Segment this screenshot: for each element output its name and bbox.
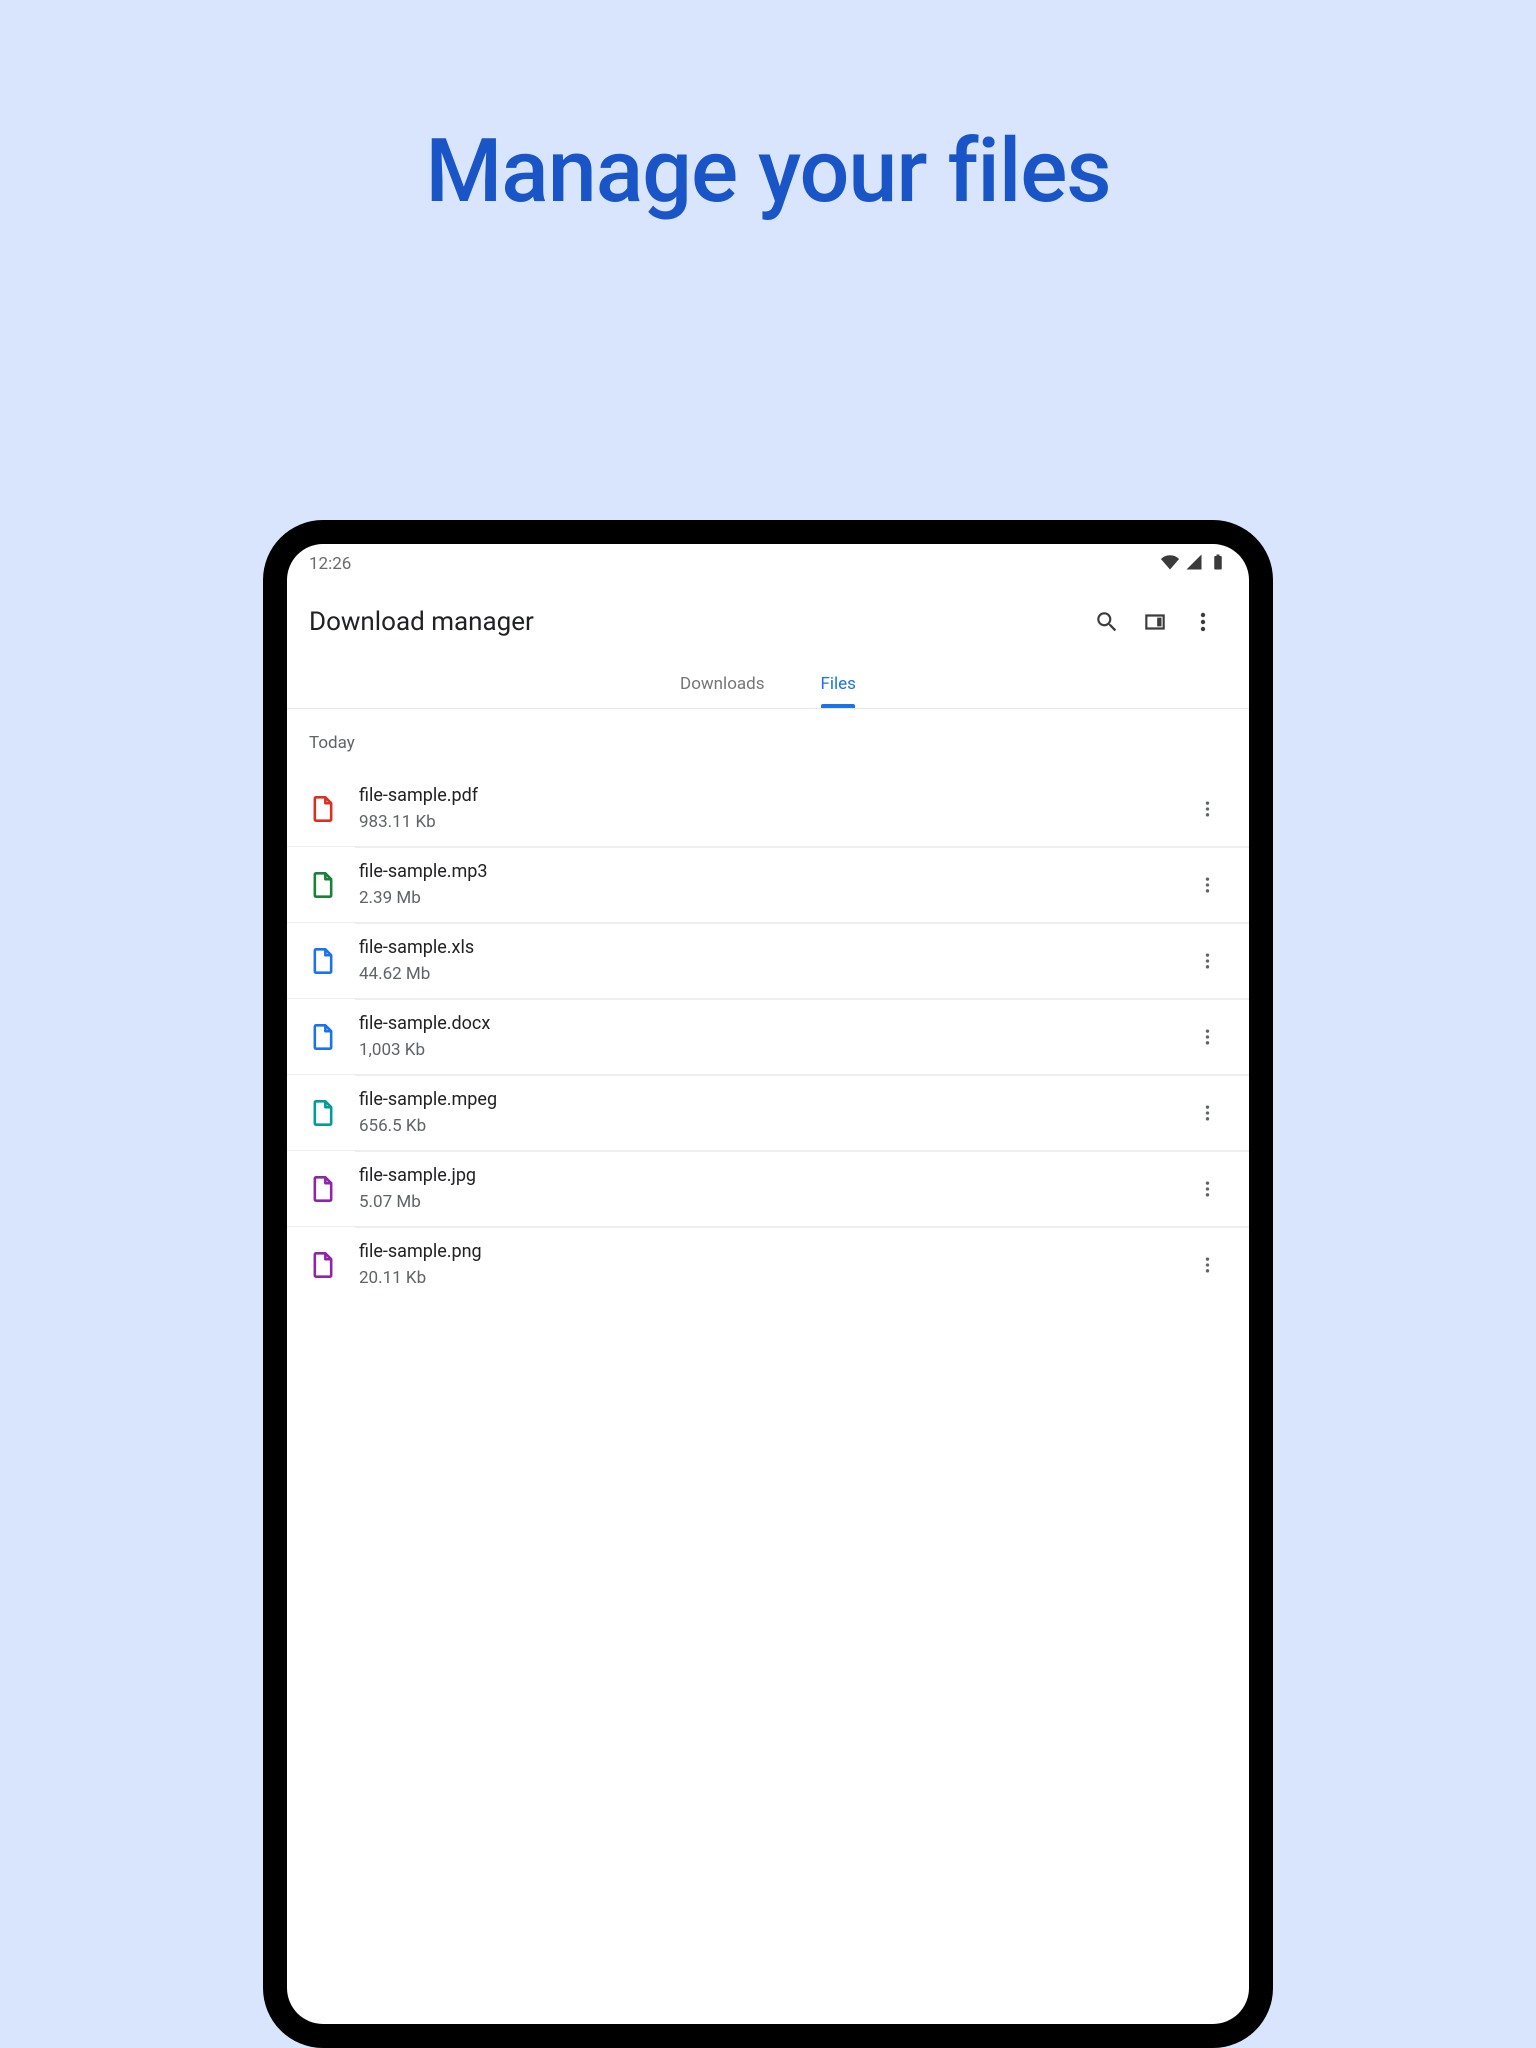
file-row[interactable]: file-sample.xls 44.62 Mb xyxy=(287,922,1249,998)
file-row[interactable]: file-sample.mpeg 656.5 Kb xyxy=(287,1074,1249,1150)
file-name: file-sample.png xyxy=(359,1241,1165,1262)
file-name: file-sample.mpeg xyxy=(359,1089,1165,1110)
view-button[interactable] xyxy=(1131,598,1179,646)
status-bar: 12:26 xyxy=(287,544,1249,584)
file-size: 2.39 Mb xyxy=(359,888,1165,908)
file-more-button[interactable] xyxy=(1187,1169,1227,1209)
battery-icon xyxy=(1209,553,1227,576)
file-info: file-sample.docx 1,003 Kb xyxy=(359,1013,1165,1060)
search-button[interactable] xyxy=(1083,598,1131,646)
file-more-button[interactable] xyxy=(1187,865,1227,905)
search-icon xyxy=(1094,609,1120,635)
file-name: file-sample.xls xyxy=(359,937,1165,958)
file-name: file-sample.mp3 xyxy=(359,861,1165,882)
status-icons xyxy=(1161,553,1227,576)
file-icon xyxy=(309,795,337,823)
file-info: file-sample.mpeg 656.5 Kb xyxy=(359,1089,1165,1136)
file-size: 44.62 Mb xyxy=(359,964,1165,984)
file-more-button[interactable] xyxy=(1187,789,1227,829)
file-more-button[interactable] xyxy=(1187,941,1227,981)
file-name: file-sample.pdf xyxy=(359,785,1165,806)
file-info: file-sample.png 20.11 Kb xyxy=(359,1241,1165,1288)
file-row[interactable]: file-sample.pdf 983.11 Kb xyxy=(287,771,1249,846)
file-icon xyxy=(309,1175,337,1203)
file-list: file-sample.pdf 983.11 Kb file-sample.mp… xyxy=(287,771,1249,1302)
file-info: file-sample.pdf 983.11 Kb xyxy=(359,785,1165,832)
app-title: Download manager xyxy=(309,607,1083,637)
file-row[interactable]: file-sample.docx 1,003 Kb xyxy=(287,998,1249,1074)
more-vertical-icon xyxy=(1200,609,1206,635)
file-size: 656.5 Kb xyxy=(359,1116,1165,1136)
section-header-today: Today xyxy=(287,709,1249,771)
file-icon xyxy=(309,947,337,975)
file-size: 983.11 Kb xyxy=(359,812,1165,832)
file-name: file-sample.docx xyxy=(359,1013,1165,1034)
app-bar: Download manager xyxy=(287,584,1249,664)
file-icon xyxy=(309,871,337,899)
file-size: 5.07 Mb xyxy=(359,1192,1165,1212)
tab-bar: Downloads Files xyxy=(287,664,1249,709)
file-icon xyxy=(309,1023,337,1051)
file-info: file-sample.jpg 5.07 Mb xyxy=(359,1165,1165,1212)
file-more-button[interactable] xyxy=(1187,1093,1227,1133)
file-row[interactable]: file-sample.jpg 5.07 Mb xyxy=(287,1150,1249,1226)
tab-files[interactable]: Files xyxy=(817,664,860,708)
view-icon xyxy=(1142,609,1168,635)
file-size: 1,003 Kb xyxy=(359,1040,1165,1060)
file-info: file-sample.xls 44.62 Mb xyxy=(359,937,1165,984)
status-time: 12:26 xyxy=(309,554,1161,574)
file-more-button[interactable] xyxy=(1187,1245,1227,1285)
more-button[interactable] xyxy=(1179,598,1227,646)
tab-downloads[interactable]: Downloads xyxy=(676,664,768,708)
file-size: 20.11 Kb xyxy=(359,1268,1165,1288)
wifi-icon xyxy=(1161,553,1179,576)
hero-headline: Manage your files xyxy=(0,0,1536,223)
device-frame: 12:26 Download manager xyxy=(263,520,1273,2048)
app-screen: 12:26 Download manager xyxy=(287,544,1249,2024)
file-row[interactable]: file-sample.mp3 2.39 Mb xyxy=(287,846,1249,922)
cellular-icon xyxy=(1185,553,1203,576)
file-more-button[interactable] xyxy=(1187,1017,1227,1057)
file-row[interactable]: file-sample.png 20.11 Kb xyxy=(287,1226,1249,1302)
file-icon xyxy=(309,1099,337,1127)
file-icon xyxy=(309,1251,337,1279)
file-info: file-sample.mp3 2.39 Mb xyxy=(359,861,1165,908)
file-name: file-sample.jpg xyxy=(359,1165,1165,1186)
